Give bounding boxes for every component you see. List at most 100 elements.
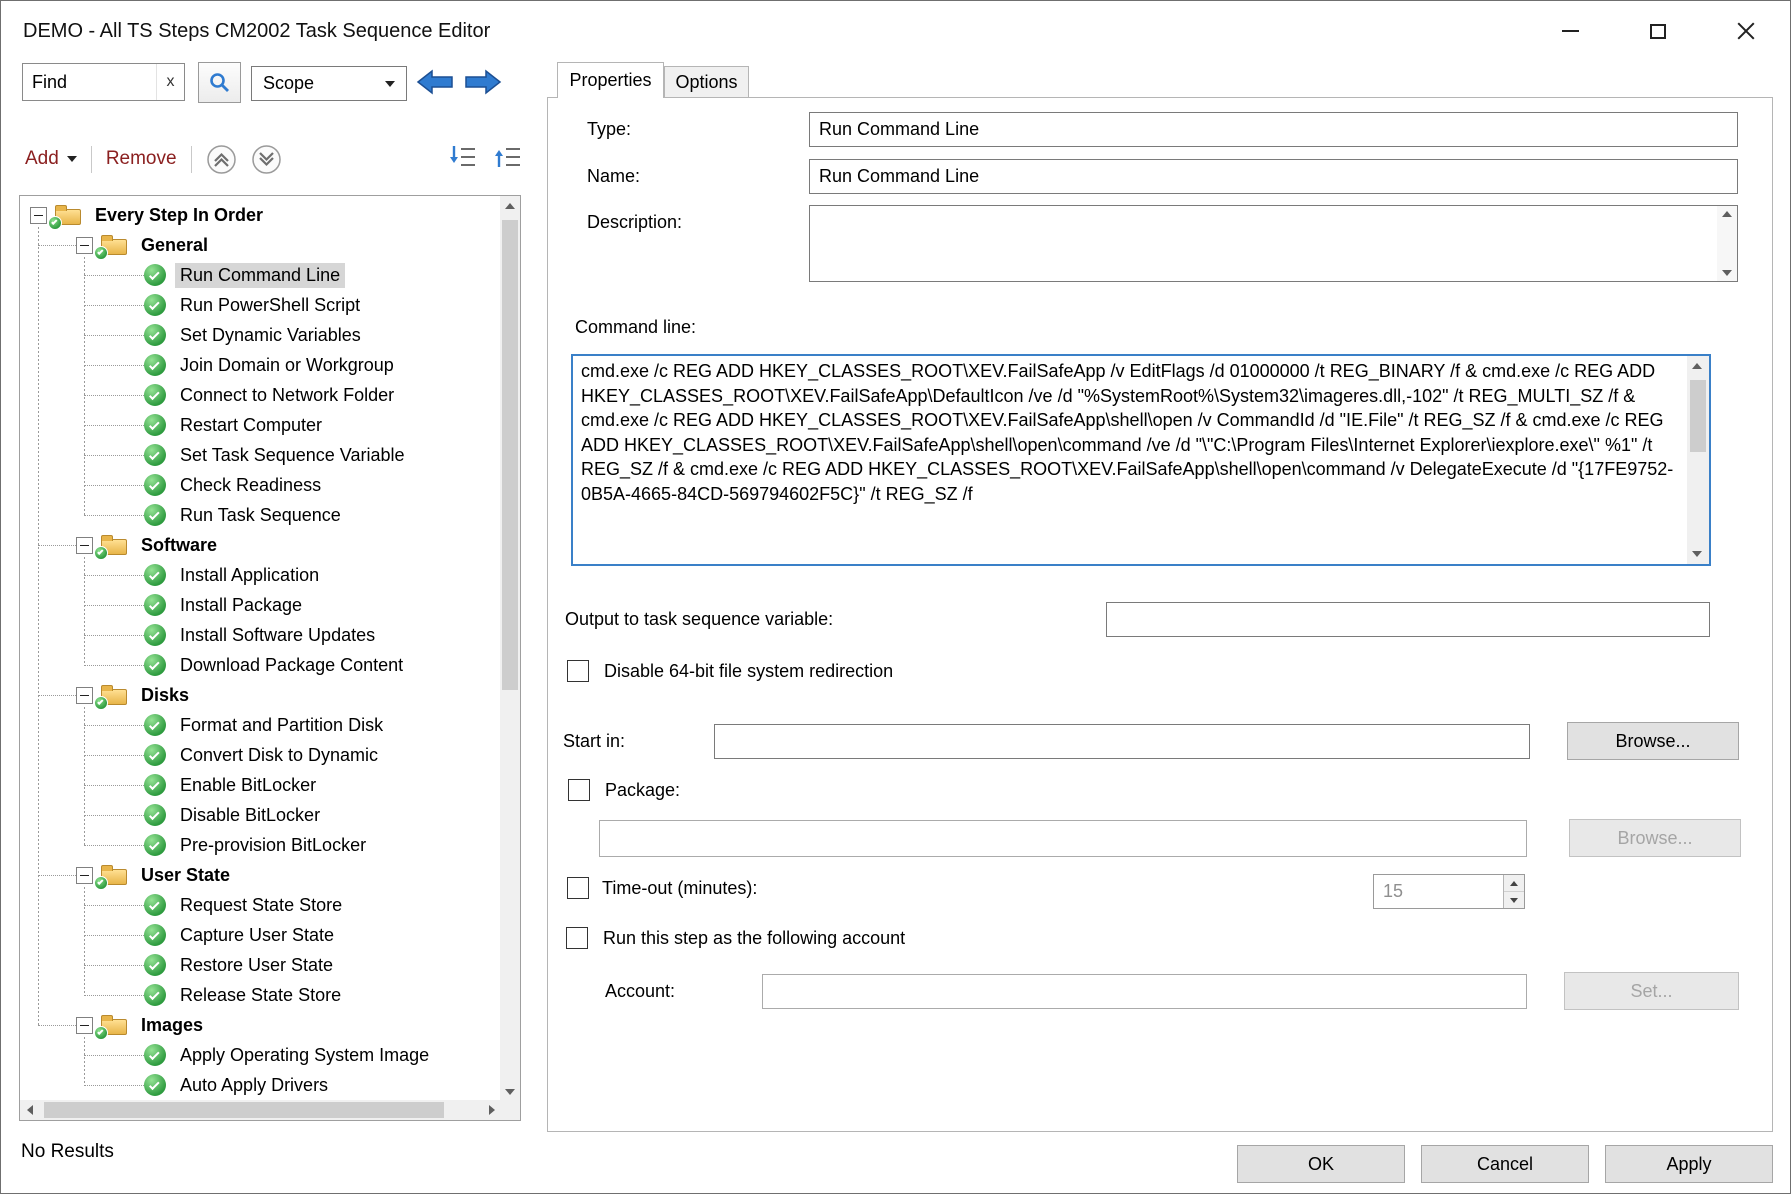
tree-step-item[interactable]: Request State Store	[20, 890, 502, 920]
scroll-left-icon[interactable]	[20, 1100, 40, 1120]
tab-properties[interactable]: Properties	[557, 62, 664, 98]
tree-step-item[interactable]: Restart Computer	[20, 410, 502, 440]
tree-step-item[interactable]: Install Package	[20, 590, 502, 620]
add-button-label: Add	[25, 148, 59, 170]
tree-step-item[interactable]: Check Readiness	[20, 470, 502, 500]
arrow-left-icon	[416, 66, 454, 98]
tree-vertical-scrollbar[interactable]	[500, 196, 520, 1102]
tree-step-item[interactable]: Run Command Line	[20, 260, 502, 290]
scroll-up-icon[interactable]	[1687, 356, 1707, 376]
spinner-down-button[interactable]	[1504, 892, 1524, 908]
tree-step-item[interactable]: Set Dynamic Variables	[20, 320, 502, 350]
tree-collapse-icon[interactable]	[76, 687, 93, 704]
tree-step-item[interactable]: Install Application	[20, 560, 502, 590]
move-step-down-button[interactable]	[251, 144, 282, 175]
tree-step-item[interactable]: Release State Store	[20, 980, 502, 1010]
tree-group-item[interactable]: Disks	[20, 680, 502, 710]
tree-step-item[interactable]: Convert Disk to Dynamic	[20, 740, 502, 770]
folder-check-icon	[101, 865, 127, 886]
search-button[interactable]	[198, 62, 241, 103]
window-title: DEMO - All TS Steps CM2002 Task Sequence…	[23, 20, 490, 43]
tree-item-label: Convert Disk to Dynamic	[175, 743, 383, 768]
name-field[interactable]	[809, 159, 1738, 194]
tree-step-item[interactable]: Connect to Network Folder	[20, 380, 502, 410]
output-variable-input[interactable]	[1106, 602, 1710, 637]
spinner-up-button[interactable]	[1504, 875, 1524, 892]
tree-item-label: Install Package	[175, 593, 307, 618]
scroll-up-icon[interactable]	[1722, 211, 1732, 217]
cancel-button[interactable]: Cancel	[1421, 1145, 1589, 1183]
package-checkbox[interactable]	[568, 779, 590, 801]
apply-button[interactable]: Apply	[1605, 1145, 1773, 1183]
scroll-down-icon[interactable]	[1687, 544, 1707, 564]
tree-step-item[interactable]: Disable BitLocker	[20, 800, 502, 830]
scroll-down-icon[interactable]	[1722, 270, 1732, 276]
find-input[interactable]	[23, 72, 156, 93]
remove-button[interactable]: Remove	[106, 148, 177, 170]
tree-collapse-icon[interactable]	[76, 237, 93, 254]
ok-button[interactable]: OK	[1237, 1145, 1405, 1183]
tree-step-item[interactable]: Restore User State	[20, 950, 502, 980]
collapse-all-button[interactable]	[494, 143, 521, 175]
command-line-scrollbar[interactable]	[1687, 356, 1709, 564]
add-button[interactable]: Add	[25, 148, 77, 170]
expand-all-button[interactable]	[449, 143, 476, 175]
close-button[interactable]	[1702, 1, 1790, 61]
scope-dropdown[interactable]: Scope	[251, 66, 407, 101]
scroll-down-icon[interactable]	[500, 1082, 520, 1102]
maximize-button[interactable]	[1614, 1, 1702, 61]
tab-options[interactable]: Options	[664, 66, 749, 98]
tree-step-item[interactable]: Capture User State	[20, 920, 502, 950]
find-clear-button[interactable]: x	[156, 64, 184, 100]
description-field[interactable]	[809, 205, 1738, 282]
navigate-forward-button[interactable]	[463, 65, 503, 99]
timeout-label: Time-out (minutes):	[602, 877, 757, 899]
tree-collapse-icon[interactable]	[76, 537, 93, 554]
horizontal-scroll-thumb[interactable]	[44, 1102, 444, 1118]
move-step-up-button[interactable]	[206, 144, 237, 175]
tree-step-item[interactable]: Install Software Updates	[20, 620, 502, 650]
status-text: No Results	[21, 1141, 114, 1163]
tree-step-item[interactable]: Join Domain or Workgroup	[20, 350, 502, 380]
command-line-textarea[interactable]: cmd.exe /c REG ADD HKEY_CLASSES_ROOT\XEV…	[573, 356, 1687, 564]
tree-group-item[interactable]: General	[20, 230, 502, 260]
navigate-back-button[interactable]	[415, 65, 455, 99]
description-scrollbar[interactable]	[1717, 206, 1737, 281]
tree-step-item[interactable]: Apply Operating System Image	[20, 1040, 502, 1070]
tree-item-label: Release State Store	[175, 983, 346, 1008]
minimize-button[interactable]	[1526, 1, 1614, 61]
tree-horizontal-scrollbar[interactable]	[20, 1100, 502, 1120]
start-in-input[interactable]	[714, 724, 1530, 759]
tree-step-item[interactable]: Format and Partition Disk	[20, 710, 502, 740]
step-check-icon	[144, 834, 166, 856]
step-check-icon	[144, 264, 166, 286]
timeout-value[interactable]: 15	[1374, 875, 1503, 908]
tree-collapse-icon[interactable]	[30, 207, 47, 224]
tree-collapse-icon[interactable]	[76, 867, 93, 884]
tree-step-item[interactable]: Auto Apply Drivers	[20, 1070, 502, 1100]
step-check-icon	[144, 294, 166, 316]
vertical-scroll-thumb[interactable]	[502, 220, 518, 690]
tree-step-item[interactable]: Run PowerShell Script	[20, 290, 502, 320]
timeout-checkbox[interactable]	[567, 877, 589, 899]
tree-group-item[interactable]: Images	[20, 1010, 502, 1040]
tree-step-item[interactable]: Run Task Sequence	[20, 500, 502, 530]
type-field[interactable]	[809, 112, 1738, 147]
vertical-scroll-thumb[interactable]	[1690, 380, 1706, 452]
scroll-up-icon[interactable]	[500, 196, 520, 216]
scroll-right-icon[interactable]	[482, 1100, 502, 1120]
tree-step-item[interactable]: Enable BitLocker	[20, 770, 502, 800]
tree-group-item[interactable]: User State	[20, 860, 502, 890]
description-textarea[interactable]	[810, 206, 1717, 281]
tree-group-item[interactable]: Software	[20, 530, 502, 560]
description-label: Description:	[587, 205, 682, 240]
tree-step-item[interactable]: Set Task Sequence Variable	[20, 440, 502, 470]
tree-collapse-icon[interactable]	[76, 1017, 93, 1034]
run-as-account-checkbox[interactable]	[566, 927, 588, 949]
tree-root-item[interactable]: Every Step In Order	[20, 200, 502, 230]
command-line-field[interactable]: cmd.exe /c REG ADD HKEY_CLASSES_ROOT\XEV…	[571, 354, 1711, 566]
tree-step-item[interactable]: Pre-provision BitLocker	[20, 830, 502, 860]
disable-redirection-checkbox[interactable]	[567, 660, 589, 682]
tree-step-item[interactable]: Download Package Content	[20, 650, 502, 680]
start-in-browse-button[interactable]: Browse...	[1567, 722, 1739, 760]
